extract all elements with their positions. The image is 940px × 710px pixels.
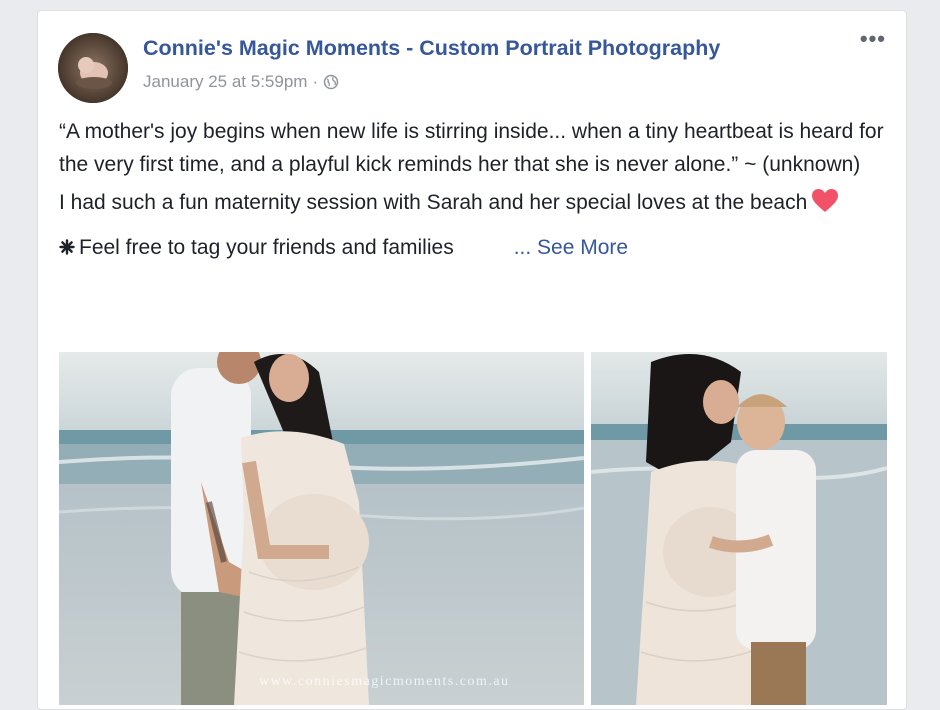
photo-watermark: www.conniesmagicmoments.com.au: [259, 674, 510, 689]
globe-icon[interactable]: [323, 74, 339, 90]
post-session-paragraph: I had such a fun maternity session with …: [59, 187, 889, 224]
post-tag-text: Feel free to tag your friends and famili…: [79, 235, 454, 259]
heart-icon: [812, 189, 839, 224]
post-quote: “A mother's joy begins when new life is …: [59, 120, 884, 176]
more-options-button[interactable]: •••: [860, 28, 886, 50]
post-body: “A mother's joy begins when new life is …: [59, 116, 889, 265]
post-tag-line: Feel free to tag your friends and famili…: [59, 232, 889, 266]
post-photo-couple[interactable]: www.conniesmagicmoments.com.au: [59, 352, 584, 705]
post-photo-mother-son[interactable]: [591, 352, 887, 705]
meta-separator: ·: [312, 72, 319, 91]
post-session-text: I had such a fun maternity session with …: [59, 191, 808, 214]
post-card: Connie's Magic Moments - Custom Portrait…: [37, 10, 907, 710]
page-name-link[interactable]: Connie's Magic Moments - Custom Portrait…: [143, 36, 720, 61]
post-timestamp[interactable]: January 25 at 5:59pm: [143, 72, 307, 92]
post-meta: January 25 at 5:59pm ·: [143, 72, 339, 92]
asterisk-icon: [59, 233, 75, 266]
see-more-link[interactable]: ... See More: [514, 236, 628, 259]
page-avatar[interactable]: [58, 33, 128, 103]
